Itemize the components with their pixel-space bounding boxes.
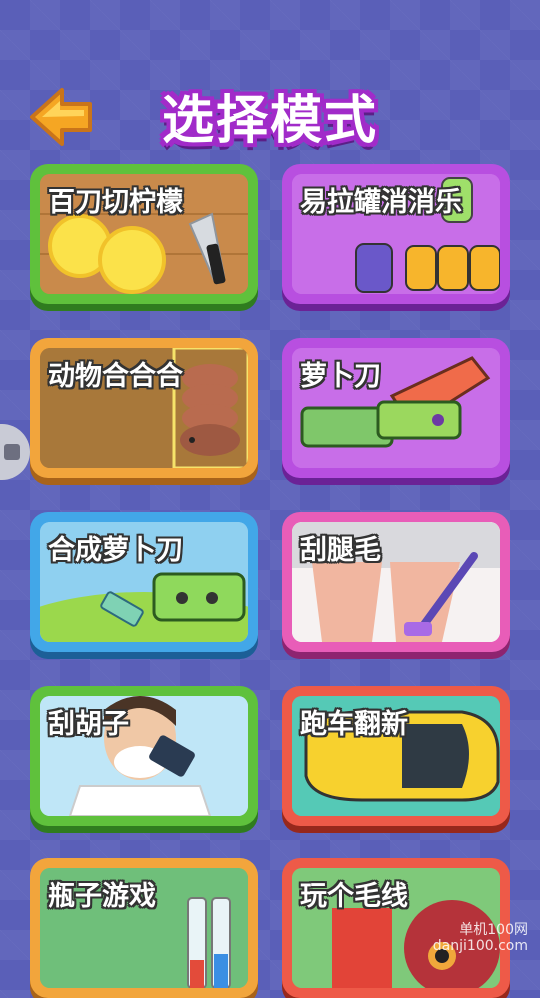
watermark: 单机100网 danji100.com [433, 922, 528, 954]
mode-card-merge-knife[interactable]: 合成萝卜刀 [30, 512, 258, 652]
mode-card-lemon[interactable]: 百刀切柠檬 [30, 164, 258, 304]
mode-label: 合成萝卜刀 [48, 535, 183, 566]
mode-card-animal[interactable]: 动物合合合 [30, 338, 258, 478]
mode-card-bottle[interactable]: 瓶子游戏 [30, 858, 258, 998]
mode-label: 跑车翻新 [300, 709, 408, 740]
mode-card-radish-knife[interactable]: 萝卜刀 [282, 338, 510, 478]
mode-card-car[interactable]: 跑车翻新 [282, 686, 510, 826]
mode-card-beard[interactable]: 刮胡子 [30, 686, 258, 826]
mode-label: 萝卜刀 [300, 361, 381, 392]
page-title: 选择模式 [161, 91, 378, 151]
mode-card-leg-hair[interactable]: 刮腿毛 [282, 512, 510, 652]
mode-label: 动物合合合 [48, 361, 183, 392]
mode-label: 瓶子游戏 [48, 881, 156, 912]
game-icon [4, 444, 20, 460]
side-tab-handle[interactable] [0, 424, 30, 480]
mode-label: 易拉罐消消乐 [300, 187, 462, 218]
mode-label: 百刀切柠檬 [48, 187, 183, 218]
watermark-line1: 单机100网 [459, 922, 528, 938]
mode-label: 刮腿毛 [300, 535, 381, 566]
mode-label: 刮胡子 [48, 709, 129, 740]
mode-label: 玩个毛线 [300, 881, 408, 912]
watermark-line2: danji100.com [432, 938, 528, 954]
mode-card-cans[interactable]: 易拉罐消消乐 [282, 164, 510, 304]
